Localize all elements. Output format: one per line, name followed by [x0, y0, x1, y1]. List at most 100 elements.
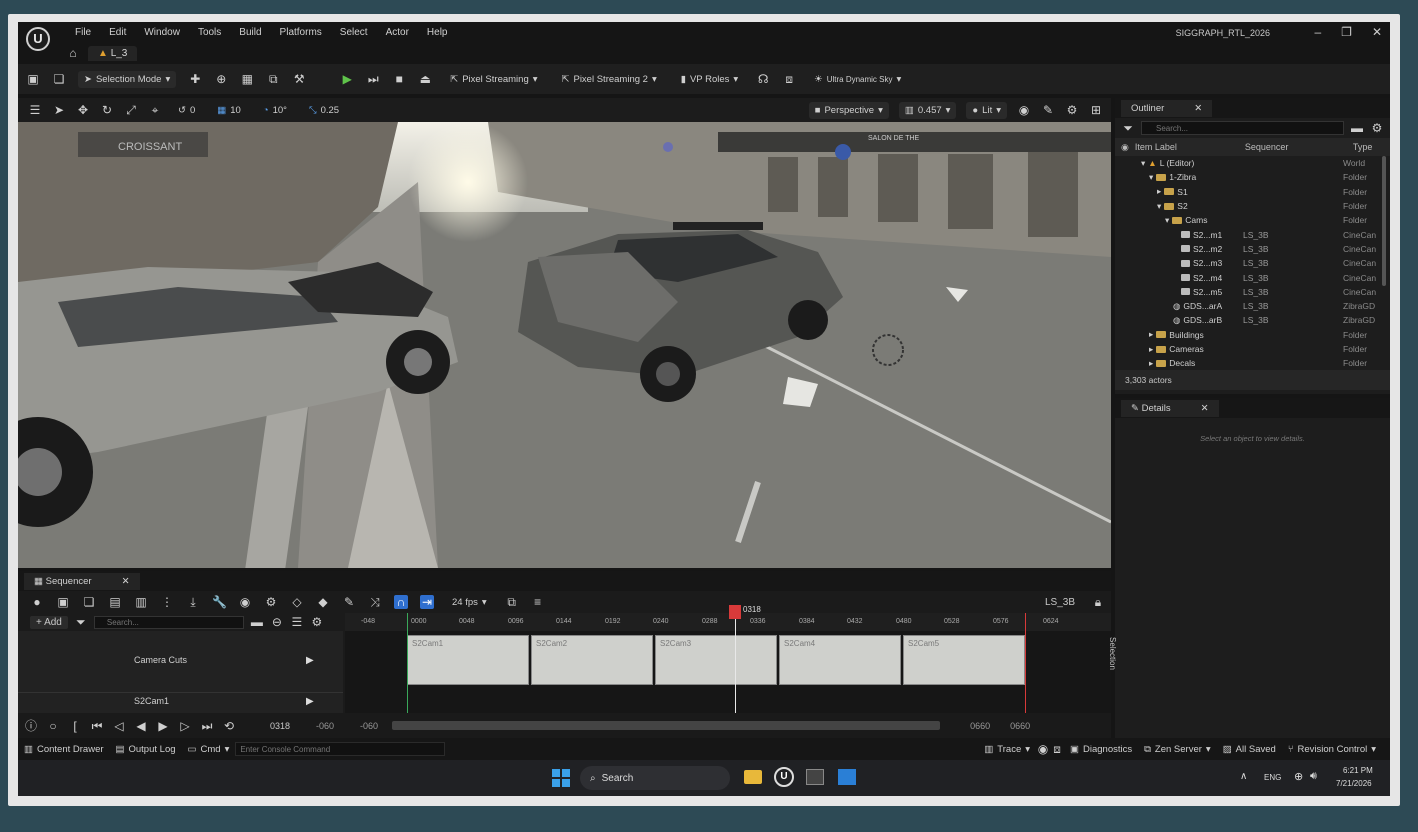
track-list-icon[interactable]: ☰ — [290, 615, 304, 629]
save-sequence-icon[interactable]: ▣ — [56, 595, 70, 609]
tree-row[interactable]: ▸ Decals Folder — [1115, 356, 1390, 370]
unreal-taskbar-icon[interactable]: U — [774, 767, 794, 787]
next-key-icon[interactable]: ⏭ — [200, 719, 214, 733]
diagnostics-button[interactable]: ▣ Diagnostics — [1064, 741, 1138, 758]
surface-snap-icon[interactable]: ⌖ — [148, 103, 162, 117]
bracket-icon[interactable]: [ — [68, 719, 82, 733]
vp-roles-button[interactable]: ▮ VP Roles ▾ — [675, 71, 744, 88]
multiuser-icon[interactable]: ⧈ — [782, 72, 796, 86]
shot-s2cam4[interactable]: S2Cam4 — [779, 635, 901, 685]
maximize-icon[interactable]: ❐ — [1341, 25, 1352, 39]
tree-row[interactable]: ▾ 1-Zibra Folder — [1115, 170, 1390, 184]
timeline[interactable]: -048 0000 0048 0096 0144 0192 0240 0288 … — [345, 605, 1117, 713]
outliner-settings-icon[interactable]: ⚙ — [1370, 121, 1384, 135]
pixel-streaming2-button[interactable]: ⇱ Pixel Streaming 2 ▾ — [556, 71, 663, 88]
visibility-icon[interactable]: ◉ — [1121, 142, 1129, 153]
outliner-search-input[interactable] — [1141, 121, 1344, 135]
network-icon[interactable]: ⊕ — [1294, 770, 1303, 783]
sky-button[interactable]: ☀ Ultra Dynamic Sky ▾ — [808, 71, 907, 88]
range-start-2[interactable]: -060 — [360, 721, 378, 731]
loop-icon[interactable]: ⟲ — [222, 719, 236, 733]
shot-s2cam5[interactable]: S2Cam5 — [903, 635, 1025, 685]
play-forward-icon[interactable]: ▶ — [156, 719, 170, 733]
pixel-streaming-button[interactable]: ⇱ Pixel Streaming ▾ — [444, 71, 543, 88]
tree-row[interactable]: ▸ S1 Folder — [1115, 185, 1390, 199]
range-end-2[interactable]: 0660 — [1010, 721, 1030, 731]
revision-control-button[interactable]: ⑂ Revision Control ▾ — [1282, 741, 1382, 758]
unreal-logo-icon[interactable]: U — [26, 27, 50, 51]
pen-icon[interactable]: ✎ — [342, 595, 356, 609]
camera-cut-icon[interactable]: ▥ — [134, 595, 148, 609]
transform-icon[interactable]: ⤨ — [368, 595, 382, 609]
add-folder-icon[interactable]: ▬ — [1350, 121, 1364, 135]
selection-mode-button[interactable]: ➤ Selection Mode ▾ — [78, 70, 177, 88]
record-trace-icon[interactable]: ◉ — [1036, 742, 1050, 756]
scale-snap[interactable]: ⤡ 0.25 — [303, 102, 345, 119]
key-filled-icon[interactable]: ◆ — [316, 595, 330, 609]
tree-row[interactable]: S2...m3 LS_3B CineCan — [1115, 256, 1390, 270]
step-back-icon[interactable]: ◀ — [134, 719, 148, 733]
fps-dropdown[interactable]: 24 fps ▾ — [446, 594, 493, 611]
menu-window[interactable]: Window — [135, 27, 189, 38]
outliner-close-icon[interactable]: ✕ — [1194, 103, 1202, 114]
prev-key-icon[interactable]: ◁ — [112, 719, 126, 733]
menu-help[interactable]: Help — [418, 27, 457, 38]
zen-server-button[interactable]: ⧉ Zen Server ▾ — [1138, 741, 1217, 758]
key-diamond-icon[interactable]: ◇ — [290, 595, 304, 609]
menu-platforms[interactable]: Platforms — [271, 27, 331, 38]
column-item-label[interactable]: Item Label — [1135, 142, 1245, 152]
screenshot-icon[interactable]: ⧈ — [1050, 742, 1064, 756]
expand-icon[interactable]: ▸ — [1149, 329, 1153, 340]
collapse-icon[interactable]: ▬ — [250, 615, 264, 629]
column-sequencer[interactable]: Sequencer — [1245, 142, 1353, 152]
menu-file[interactable]: File — [66, 27, 100, 38]
show-icon[interactable]: ◉ — [1017, 103, 1031, 117]
tree-row[interactable]: ▾ ▲ L (Editor) World — [1115, 156, 1390, 170]
expand-icon[interactable]: ▾ — [1149, 172, 1153, 183]
start-button[interactable] — [552, 769, 570, 787]
layout-icon[interactable]: ⊞ — [1089, 103, 1103, 117]
shot-s2cam2[interactable]: S2Cam2 — [531, 635, 653, 685]
move-tool-icon[interactable]: ✥ — [76, 103, 90, 117]
minimize-icon[interactable]: – — [1314, 25, 1321, 39]
expand-all-icon[interactable]: ⊖ — [270, 615, 284, 629]
grid-snap[interactable]: ▦ 10 — [211, 102, 247, 119]
close-icon[interactable]: ✕ — [1372, 25, 1382, 39]
stop-icon[interactable]: ■ — [392, 72, 406, 86]
outliner-scrollbar[interactable] — [1382, 156, 1386, 286]
track-settings-icon[interactable]: ⚙ — [310, 615, 324, 629]
s2cam1-track[interactable]: S2Cam1 ▶ — [18, 693, 343, 711]
sequencer-close-icon[interactable]: ✕ — [122, 576, 130, 587]
expand-icon[interactable]: ▸ — [1157, 186, 1161, 197]
playhead[interactable] — [735, 613, 736, 713]
file-explorer-icon[interactable] — [744, 770, 762, 784]
tools-icon[interactable]: ✎ — [1041, 103, 1055, 117]
track-search-input[interactable] — [93, 615, 244, 629]
home-icon[interactable]: ⌂ — [66, 46, 80, 60]
rotation-snap[interactable]: ↺ 0 — [172, 102, 201, 119]
settings-icon[interactable]: ⚙ — [1065, 103, 1079, 117]
tree-row[interactable]: ▸ Cameras Folder — [1115, 342, 1390, 356]
record-icon[interactable]: ○ — [46, 719, 60, 733]
lit-button[interactable]: ● Lit ▾ — [966, 101, 1007, 119]
lock-icon[interactable]: 🔒︎ — [1091, 595, 1105, 609]
render-movie-icon[interactable]: ▤ — [108, 595, 122, 609]
tree-row[interactable]: ▾ S2 Folder — [1115, 199, 1390, 213]
playhead-marker[interactable] — [729, 605, 741, 619]
find-asset-icon[interactable]: ❏ — [82, 595, 96, 609]
blueprint-icon[interactable]: ⊕ — [214, 72, 228, 86]
auto-scroll-icon[interactable]: ⇥ — [420, 595, 434, 609]
camera-cuts-track[interactable]: Camera Cuts ▶ — [18, 631, 343, 693]
playback-options-icon[interactable]: ⚙ — [264, 595, 278, 609]
view-options-icon[interactable]: ◉ — [238, 595, 252, 609]
perspective-button[interactable]: ■ Perspective ▾ — [808, 101, 889, 119]
range-end[interactable]: 0660 — [970, 721, 990, 731]
console-input[interactable] — [235, 742, 446, 756]
expand-icon[interactable]: ▾ — [1141, 158, 1145, 169]
menu-actor[interactable]: Actor — [377, 27, 418, 38]
tree-row[interactable]: ▾ Cams Folder — [1115, 213, 1390, 227]
shot-s2cam1[interactable]: S2Cam1 — [407, 635, 529, 685]
column-type[interactable]: Type — [1353, 142, 1373, 152]
expand-icon[interactable]: ▾ — [1165, 215, 1169, 226]
step-icon[interactable]: ⏭ — [366, 72, 380, 86]
